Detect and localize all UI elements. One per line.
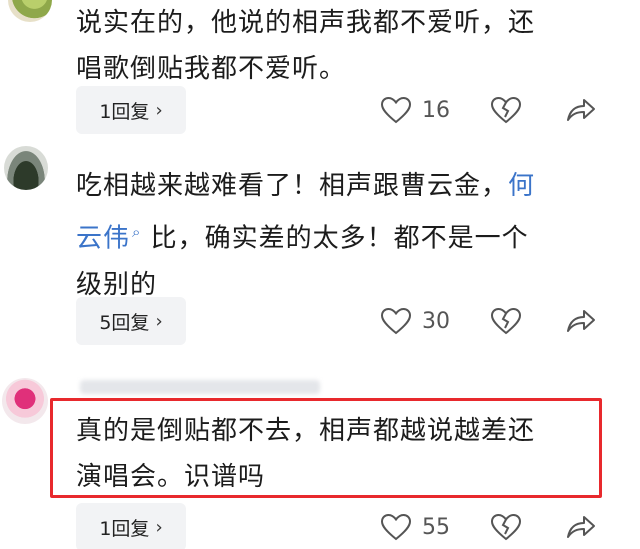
like-button[interactable]: 16 [380, 96, 480, 124]
like-button[interactable]: 30 [380, 307, 480, 335]
like-button[interactable]: 55 [380, 513, 480, 541]
share-arrow-icon[interactable] [564, 96, 596, 124]
reply-button[interactable]: 1回复 › [76, 86, 186, 134]
highlight-box [50, 398, 602, 498]
comment-text-line: 云伟 ⌕ 比，确实差的太多！都不是一个 [76, 209, 596, 262]
comment-actions: 55 [380, 503, 610, 549]
avatar[interactable] [4, 146, 48, 190]
reply-count-label: 1回复 [99, 100, 150, 123]
comment-text-line: 吃相越来越难看了！相声跟曹云金，何 [76, 163, 596, 209]
reply-count-label: 1回复 [99, 517, 150, 540]
comment-text-line: 说实在的，他说的相声我都不爱听，还 [76, 8, 536, 38]
chevron-right-icon: › [155, 516, 163, 538]
broken-heart-icon[interactable] [490, 307, 522, 335]
comment-text: 说实在的，他说的相声我都不爱听，还 唱歌倒贴我都不爱听。 [76, 0, 596, 92]
broken-heart-icon[interactable] [490, 96, 522, 124]
comment-text-segment: 比，确实差的太多！都不是一个 [141, 223, 529, 254]
share-arrow-icon[interactable] [564, 513, 596, 541]
mention-link[interactable]: 何 [508, 171, 535, 201]
search-icon[interactable]: ⌕ [132, 223, 141, 241]
comment-actions: 30 [380, 297, 610, 345]
mention-link[interactable]: 云伟 [76, 224, 130, 254]
comment-text: 吃相越来越难看了！相声跟曹云金，何 云伟 ⌕ 比，确实差的太多！都不是一个 级别的 [76, 163, 596, 308]
like-count: 30 [422, 308, 450, 334]
heart-outline-icon [380, 307, 412, 335]
reply-button[interactable]: 5回复 › [76, 297, 186, 345]
reply-count-label: 5回复 [99, 311, 150, 334]
share-arrow-icon[interactable] [564, 307, 596, 335]
heart-outline-icon [380, 513, 412, 541]
comment-text-segment: 吃相越来越难看了！相声跟曹云金， [76, 171, 509, 201]
avatar[interactable] [8, 0, 52, 22]
broken-heart-icon[interactable] [490, 513, 522, 541]
chevron-right-icon: › [155, 99, 163, 121]
reply-button[interactable]: 1回复 › [76, 503, 186, 549]
like-count: 55 [422, 514, 450, 540]
like-count: 16 [422, 97, 450, 123]
heart-outline-icon [380, 96, 412, 124]
comment-actions: 16 [380, 86, 610, 134]
chevron-right-icon: › [155, 310, 163, 332]
blurred-username [80, 380, 320, 394]
avatar[interactable] [2, 378, 48, 424]
